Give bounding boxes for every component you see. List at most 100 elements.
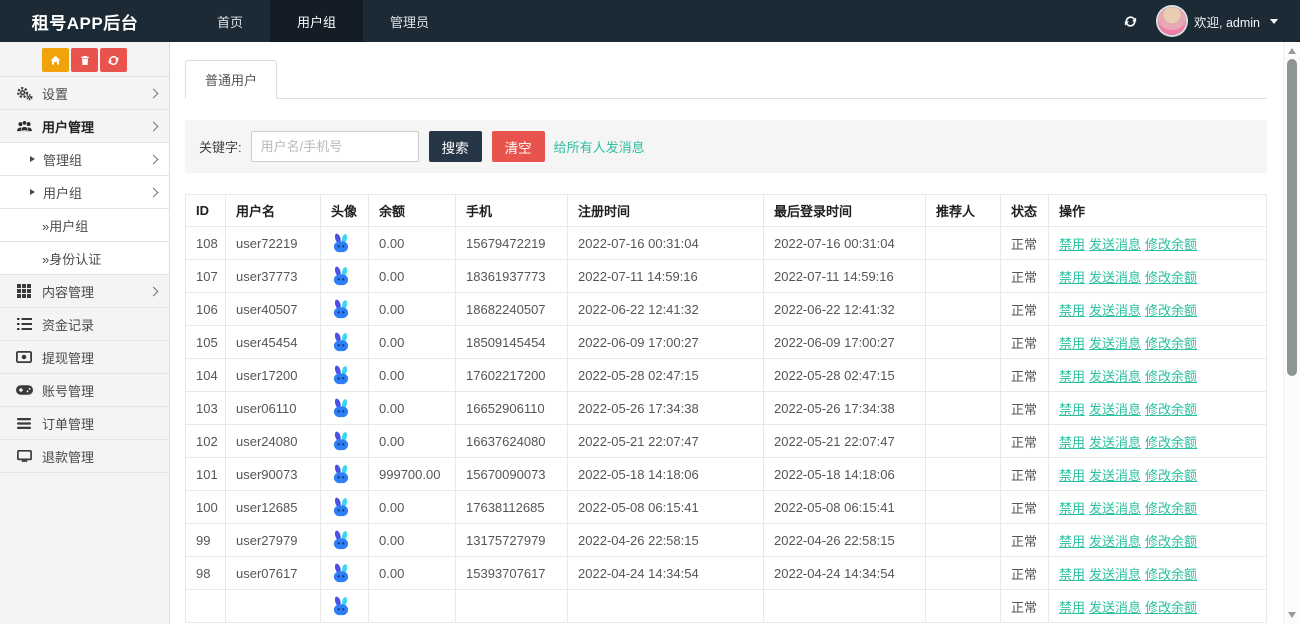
monitor-icon bbox=[17, 450, 32, 463]
send-message-link[interactable]: 发送消息 bbox=[1089, 600, 1141, 615]
send-message-link[interactable]: 发送消息 bbox=[1089, 435, 1141, 450]
cell-status: 正常 bbox=[1001, 590, 1049, 623]
cell-avatar bbox=[321, 260, 369, 293]
send-message-link[interactable]: 发送消息 bbox=[1089, 270, 1141, 285]
cell-last-login: 2022-06-09 17:00:27 bbox=[764, 326, 926, 359]
search-button[interactable]: 搜索 bbox=[429, 131, 482, 162]
edit-balance-link[interactable]: 修改余额 bbox=[1145, 402, 1197, 417]
edit-balance-link[interactable]: 修改余额 bbox=[1145, 534, 1197, 549]
edit-balance-link[interactable]: 修改余额 bbox=[1145, 270, 1197, 285]
disable-user-link[interactable]: 禁用 bbox=[1059, 303, 1085, 318]
disable-user-link[interactable]: 禁用 bbox=[1059, 402, 1085, 417]
nav-item-admins[interactable]: 管理员 bbox=[363, 0, 456, 42]
send-message-link[interactable]: 发送消息 bbox=[1089, 534, 1141, 549]
cell-registered: 2022-05-21 22:07:47 bbox=[568, 425, 764, 458]
sidebar-item-2[interactable]: 管理组 bbox=[0, 143, 169, 176]
cell-id: 100 bbox=[186, 491, 226, 524]
cell-actions: 禁用发送消息修改余额 bbox=[1049, 293, 1267, 326]
sidebar-item-10[interactable]: 订单管理 bbox=[0, 407, 169, 440]
nav-item-user-groups[interactable]: 用户组 bbox=[270, 0, 363, 42]
cell-last-login: 2022-05-28 02:47:15 bbox=[764, 359, 926, 392]
gamepad-icon bbox=[16, 385, 33, 395]
nav-item-label: 管理员 bbox=[390, 12, 429, 31]
trash-button[interactable] bbox=[71, 48, 98, 72]
cell-id: 99 bbox=[186, 524, 226, 557]
cogs-icon bbox=[12, 86, 36, 101]
disable-user-link[interactable]: 禁用 bbox=[1059, 270, 1085, 285]
edit-balance-link[interactable]: 修改余额 bbox=[1145, 303, 1197, 318]
nav-item-home[interactable]: 首页 bbox=[190, 0, 270, 42]
send-message-link[interactable]: 发送消息 bbox=[1089, 336, 1141, 351]
scroll-up-arrow-icon[interactable] bbox=[1288, 48, 1296, 54]
edit-balance-link[interactable]: 修改余额 bbox=[1145, 369, 1197, 384]
disable-user-link[interactable]: 禁用 bbox=[1059, 336, 1085, 351]
send-message-link[interactable]: 发送消息 bbox=[1089, 303, 1141, 318]
edit-balance-link[interactable]: 修改余额 bbox=[1145, 237, 1197, 252]
sidebar-item-0[interactable]: 设置 bbox=[0, 77, 169, 110]
send-message-link[interactable]: 发送消息 bbox=[1089, 237, 1141, 252]
disable-user-link[interactable]: 禁用 bbox=[1059, 567, 1085, 582]
vertical-scrollbar[interactable] bbox=[1283, 42, 1300, 624]
send-message-link[interactable]: 发送消息 bbox=[1089, 501, 1141, 516]
send-message-link[interactable]: 发送消息 bbox=[1089, 402, 1141, 417]
sidebar-item-11[interactable]: 退款管理 bbox=[0, 440, 169, 473]
cell-last-login: 2022-07-11 14:59:16 bbox=[764, 260, 926, 293]
cell-last-login: 2022-06-22 12:41:32 bbox=[764, 293, 926, 326]
cell-referrer bbox=[926, 392, 1001, 425]
cell-balance: 0.00 bbox=[369, 557, 456, 590]
edit-balance-link[interactable]: 修改余额 bbox=[1145, 468, 1197, 483]
edit-balance-link[interactable]: 修改余额 bbox=[1145, 435, 1197, 450]
user-menu[interactable]: 欢迎, admin bbox=[1158, 7, 1278, 35]
cell-actions: 禁用发送消息修改余额 bbox=[1049, 227, 1267, 260]
sidebar-item-7[interactable]: 资金记录 bbox=[0, 308, 169, 341]
edit-balance-link[interactable]: 修改余额 bbox=[1145, 336, 1197, 351]
column-header-5: 注册时间 bbox=[568, 195, 764, 227]
cell-registered bbox=[568, 590, 764, 623]
cell-balance: 999700.00 bbox=[369, 458, 456, 491]
cell-actions: 禁用发送消息修改余额 bbox=[1049, 260, 1267, 293]
column-header-7: 推荐人 bbox=[926, 195, 1001, 227]
cell-registered: 2022-04-24 14:34:54 bbox=[568, 557, 764, 590]
cell-last-login: 2022-05-21 22:07:47 bbox=[764, 425, 926, 458]
tab-normal-users[interactable]: 普通用户 bbox=[185, 60, 277, 99]
recycle-button[interactable] bbox=[100, 48, 127, 72]
disable-user-link[interactable]: 禁用 bbox=[1059, 600, 1085, 615]
disable-user-link[interactable]: 禁用 bbox=[1059, 468, 1085, 483]
scroll-down-arrow-icon[interactable] bbox=[1288, 612, 1296, 618]
scrollbar-thumb[interactable] bbox=[1287, 59, 1297, 376]
sidebar-item-6[interactable]: 内容管理 bbox=[0, 275, 169, 308]
send-message-link[interactable]: 发送消息 bbox=[1089, 369, 1141, 384]
send-message-link[interactable]: 发送消息 bbox=[1089, 567, 1141, 582]
sidebar-item-9[interactable]: 账号管理 bbox=[0, 374, 169, 407]
sidebar-item-5[interactable]: »身份认证 bbox=[0, 242, 169, 275]
cell-id: 108 bbox=[186, 227, 226, 260]
navbar-items: 首页用户组 管理员 bbox=[190, 0, 456, 42]
clear-button[interactable]: 清空 bbox=[492, 131, 545, 162]
disable-user-link[interactable]: 禁用 bbox=[1059, 237, 1085, 252]
gamepad-icon bbox=[12, 385, 36, 395]
keyword-input[interactable] bbox=[251, 131, 419, 162]
refresh-icon[interactable] bbox=[1123, 14, 1138, 29]
edit-balance-link[interactable]: 修改余额 bbox=[1145, 600, 1197, 615]
disable-user-link[interactable]: 禁用 bbox=[1059, 534, 1085, 549]
disable-user-link[interactable]: 禁用 bbox=[1059, 369, 1085, 384]
sidebar-item-8[interactable]: 提现管理 bbox=[0, 341, 169, 374]
cell-status: 正常 bbox=[1001, 326, 1049, 359]
sidebar-item-3[interactable]: 用户组 bbox=[0, 176, 169, 209]
column-header-2: 头像 bbox=[321, 195, 369, 227]
cell-last-login: 2022-07-16 00:31:04 bbox=[764, 227, 926, 260]
edit-balance-link[interactable]: 修改余额 bbox=[1145, 501, 1197, 516]
disable-user-link[interactable]: 禁用 bbox=[1059, 435, 1085, 450]
edit-balance-link[interactable]: 修改余额 bbox=[1145, 567, 1197, 582]
send-message-link[interactable]: 发送消息 bbox=[1089, 468, 1141, 483]
search-panel: 关键字: 搜索 清空 给所有人发消息 bbox=[185, 120, 1267, 173]
broadcast-message-link[interactable]: 给所有人发消息 bbox=[554, 137, 645, 156]
avatar bbox=[1158, 7, 1186, 35]
home-button[interactable] bbox=[42, 48, 69, 72]
disable-user-link[interactable]: 禁用 bbox=[1059, 501, 1085, 516]
sidebar-item-4[interactable]: »用户组 bbox=[0, 209, 169, 242]
cell-actions: 禁用发送消息修改余额 bbox=[1049, 458, 1267, 491]
cell-actions: 禁用发送消息修改余额 bbox=[1049, 425, 1267, 458]
cell-actions: 禁用发送消息修改余额 bbox=[1049, 557, 1267, 590]
sidebar-item-1[interactable]: 用户管理 bbox=[0, 110, 169, 143]
